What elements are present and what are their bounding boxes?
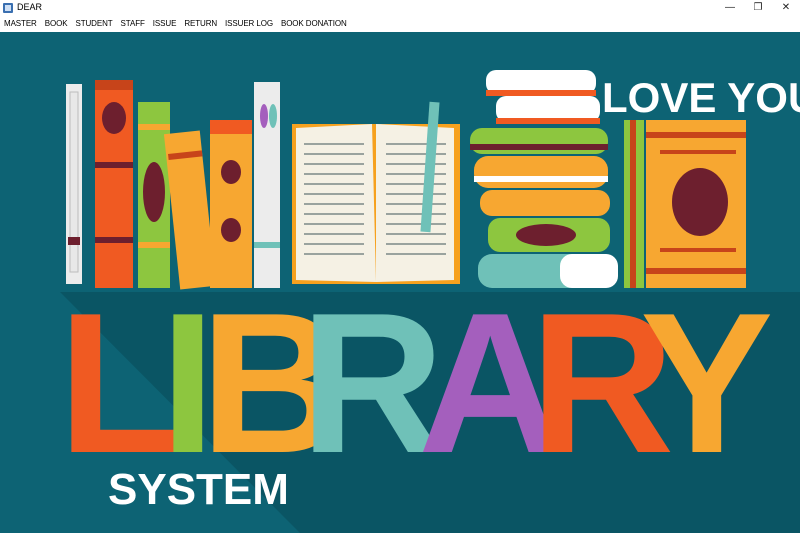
menu-item-staff[interactable]: STAFF	[117, 15, 149, 32]
menu-item-book-donation[interactable]: BOOK DONATION	[277, 15, 351, 32]
book-band	[138, 242, 170, 248]
banner-tagline: LOVE YOUR	[602, 74, 800, 121]
book-band	[210, 120, 252, 134]
book-band	[630, 120, 636, 288]
book-band	[660, 248, 736, 252]
menu-item-master[interactable]: MASTER	[0, 15, 41, 32]
book-spine	[210, 120, 252, 288]
stack-book	[470, 128, 608, 154]
stack-book-band	[470, 144, 608, 150]
stack-book-band	[474, 176, 608, 182]
window-titlebar: DEAR — ❐ ✕	[0, 0, 800, 15]
stack-book	[480, 190, 610, 216]
app-icon	[3, 2, 13, 13]
close-button[interactable]: ✕	[772, 0, 800, 15]
book-band	[68, 237, 80, 245]
book-ornament	[221, 218, 241, 242]
banner-subtitle: SYSTEM	[108, 465, 289, 514]
restore-button[interactable]: ❐	[744, 0, 772, 15]
stack-book-ornament	[516, 224, 576, 246]
book-stack-right	[624, 120, 746, 288]
window-controls: — ❐ ✕	[716, 0, 800, 15]
window-title: DEAR	[17, 2, 43, 12]
menu-item-issue[interactable]: ISSUE	[149, 15, 181, 32]
book-ornament	[260, 104, 268, 128]
minimize-button[interactable]: —	[716, 0, 744, 15]
open-book	[292, 101, 460, 284]
book-band	[254, 242, 280, 248]
stack-book-band	[486, 90, 596, 96]
menu-bar: MASTER BOOK STUDENT STAFF ISSUE RETURN I…	[0, 15, 800, 32]
book-ornament	[143, 162, 165, 222]
book-band	[95, 80, 133, 90]
library-banner: LOVE YOUR L I B R A R Y SYSTEM	[0, 32, 800, 533]
book-ornament	[221, 160, 241, 184]
menu-item-book[interactable]: BOOK	[41, 15, 72, 32]
headline-letter-y: Y	[640, 272, 773, 495]
stack-book-band	[496, 118, 600, 124]
banner-headline: L I B R A R Y	[58, 272, 773, 495]
book-band	[95, 162, 133, 168]
book-band	[95, 237, 133, 243]
book-band	[138, 124, 170, 130]
menu-item-issuer-log[interactable]: ISSUER LOG	[221, 15, 277, 32]
book-band	[646, 132, 746, 138]
banner-illustration: LOVE YOUR L I B R A R Y SYSTEM	[58, 70, 800, 533]
book-ornament	[102, 102, 126, 134]
menu-item-return[interactable]: RETURN	[180, 15, 221, 32]
book-band	[660, 150, 736, 154]
menu-item-student[interactable]: STUDENT	[71, 15, 116, 32]
stack-book	[474, 156, 608, 188]
book-ornament	[672, 168, 728, 236]
book-ornament	[269, 104, 277, 128]
book-stack-left	[66, 80, 280, 290]
book-stack-center	[470, 70, 618, 288]
